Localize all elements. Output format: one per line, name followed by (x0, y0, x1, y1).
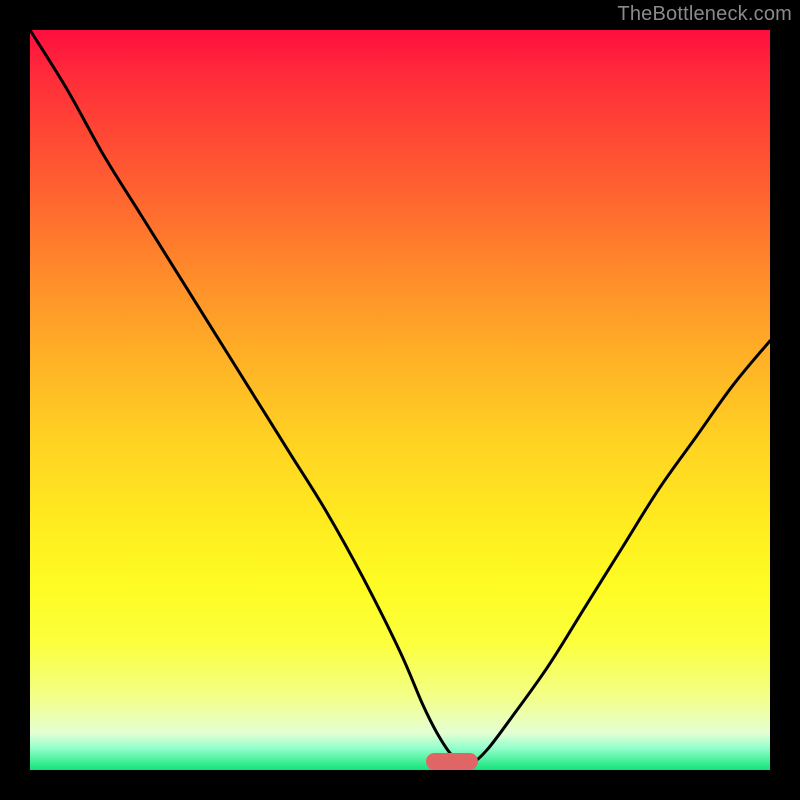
plot-area (30, 30, 770, 770)
optimum-marker (426, 753, 478, 770)
chart-frame: TheBottleneck.com (0, 0, 800, 800)
watermark-text: TheBottleneck.com (617, 3, 792, 26)
bottleneck-curve (30, 30, 770, 770)
